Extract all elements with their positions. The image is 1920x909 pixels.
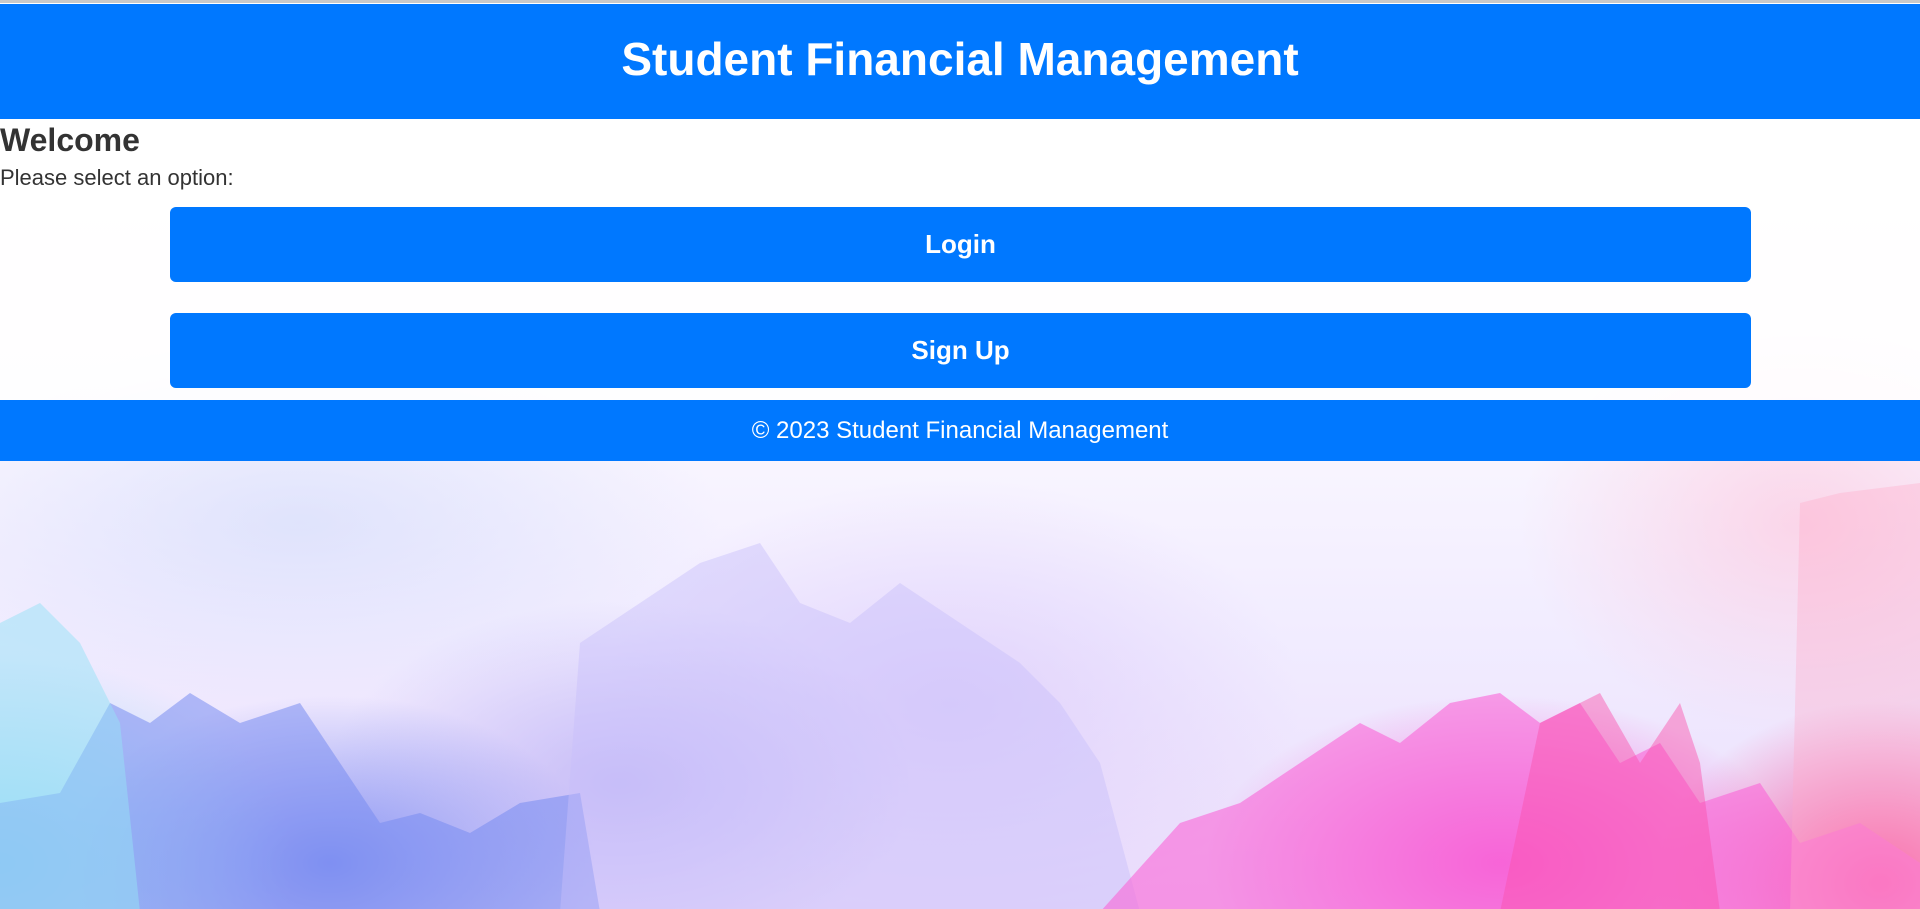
page-title: Student Financial Management bbox=[621, 32, 1299, 85]
footer-bar: © 2023 Student Financial Management bbox=[0, 400, 1920, 461]
copyright-text: © 2023 Student Financial Management bbox=[751, 416, 1169, 444]
option-prompt: Please select an option: bbox=[0, 165, 234, 190]
login-button[interactable]: Login bbox=[170, 207, 1751, 282]
main-content: Welcome Please select an option: Login S… bbox=[0, 119, 1920, 400]
welcome-heading: Welcome bbox=[0, 122, 140, 158]
header-bar: Student Financial Management bbox=[0, 4, 1920, 119]
signup-button[interactable]: Sign Up bbox=[170, 313, 1751, 388]
